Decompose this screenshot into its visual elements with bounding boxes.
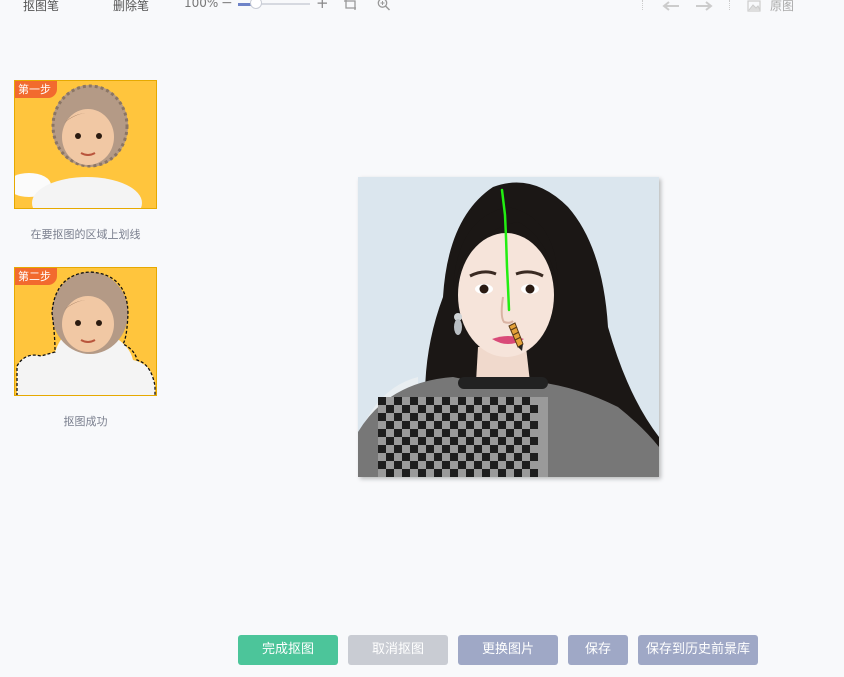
toolbar-divider bbox=[729, 0, 731, 10]
toolbar: 抠图笔 删除笔 100% − + 原图 bbox=[0, 0, 844, 14]
zoom-level: 100% bbox=[184, 0, 219, 10]
original-image-icon[interactable] bbox=[747, 0, 761, 16]
step-badge: 第二步 bbox=[15, 268, 57, 285]
zoom-magnifier-icon[interactable] bbox=[376, 0, 392, 16]
zoom-slider-handle[interactable] bbox=[250, 0, 262, 9]
zoom-out-button[interactable]: − bbox=[221, 0, 233, 11]
pen-cursor-icon bbox=[508, 322, 524, 351]
toolbar-divider bbox=[642, 0, 644, 10]
step-2-caption: 抠图成功 bbox=[63, 415, 108, 428]
undo-arrow-icon[interactable] bbox=[661, 0, 681, 16]
step-badge: 第一步 bbox=[15, 81, 57, 98]
editing-canvas[interactable] bbox=[358, 177, 659, 477]
cancel-cutout-button[interactable]: 取消抠图 bbox=[348, 635, 448, 665]
eraser-pen-button[interactable]: 删除笔 bbox=[113, 0, 149, 14]
save-to-history-foreground-button[interactable]: 保存到历史前景库 bbox=[638, 635, 758, 665]
baby-illustration bbox=[15, 84, 142, 208]
redo-arrow-icon[interactable] bbox=[694, 0, 714, 16]
cutout-pen-button[interactable]: 抠图笔 bbox=[23, 0, 59, 14]
baby-cutout-illustration bbox=[16, 271, 156, 395]
step-1-caption: 在要抠图的区域上划线 bbox=[30, 228, 141, 241]
step-2-example-image: 第二步 bbox=[14, 267, 157, 396]
zoom-in-button[interactable]: + bbox=[316, 0, 329, 12]
replace-image-button[interactable]: 更换图片 bbox=[458, 635, 558, 665]
complete-cutout-button[interactable]: 完成抠图 bbox=[238, 635, 338, 665]
save-button[interactable]: 保存 bbox=[568, 635, 628, 665]
fit-screen-icon[interactable] bbox=[343, 0, 359, 16]
step-1-example-image: 第一步 bbox=[14, 80, 157, 209]
original-image-button[interactable]: 原图 bbox=[770, 0, 794, 14]
